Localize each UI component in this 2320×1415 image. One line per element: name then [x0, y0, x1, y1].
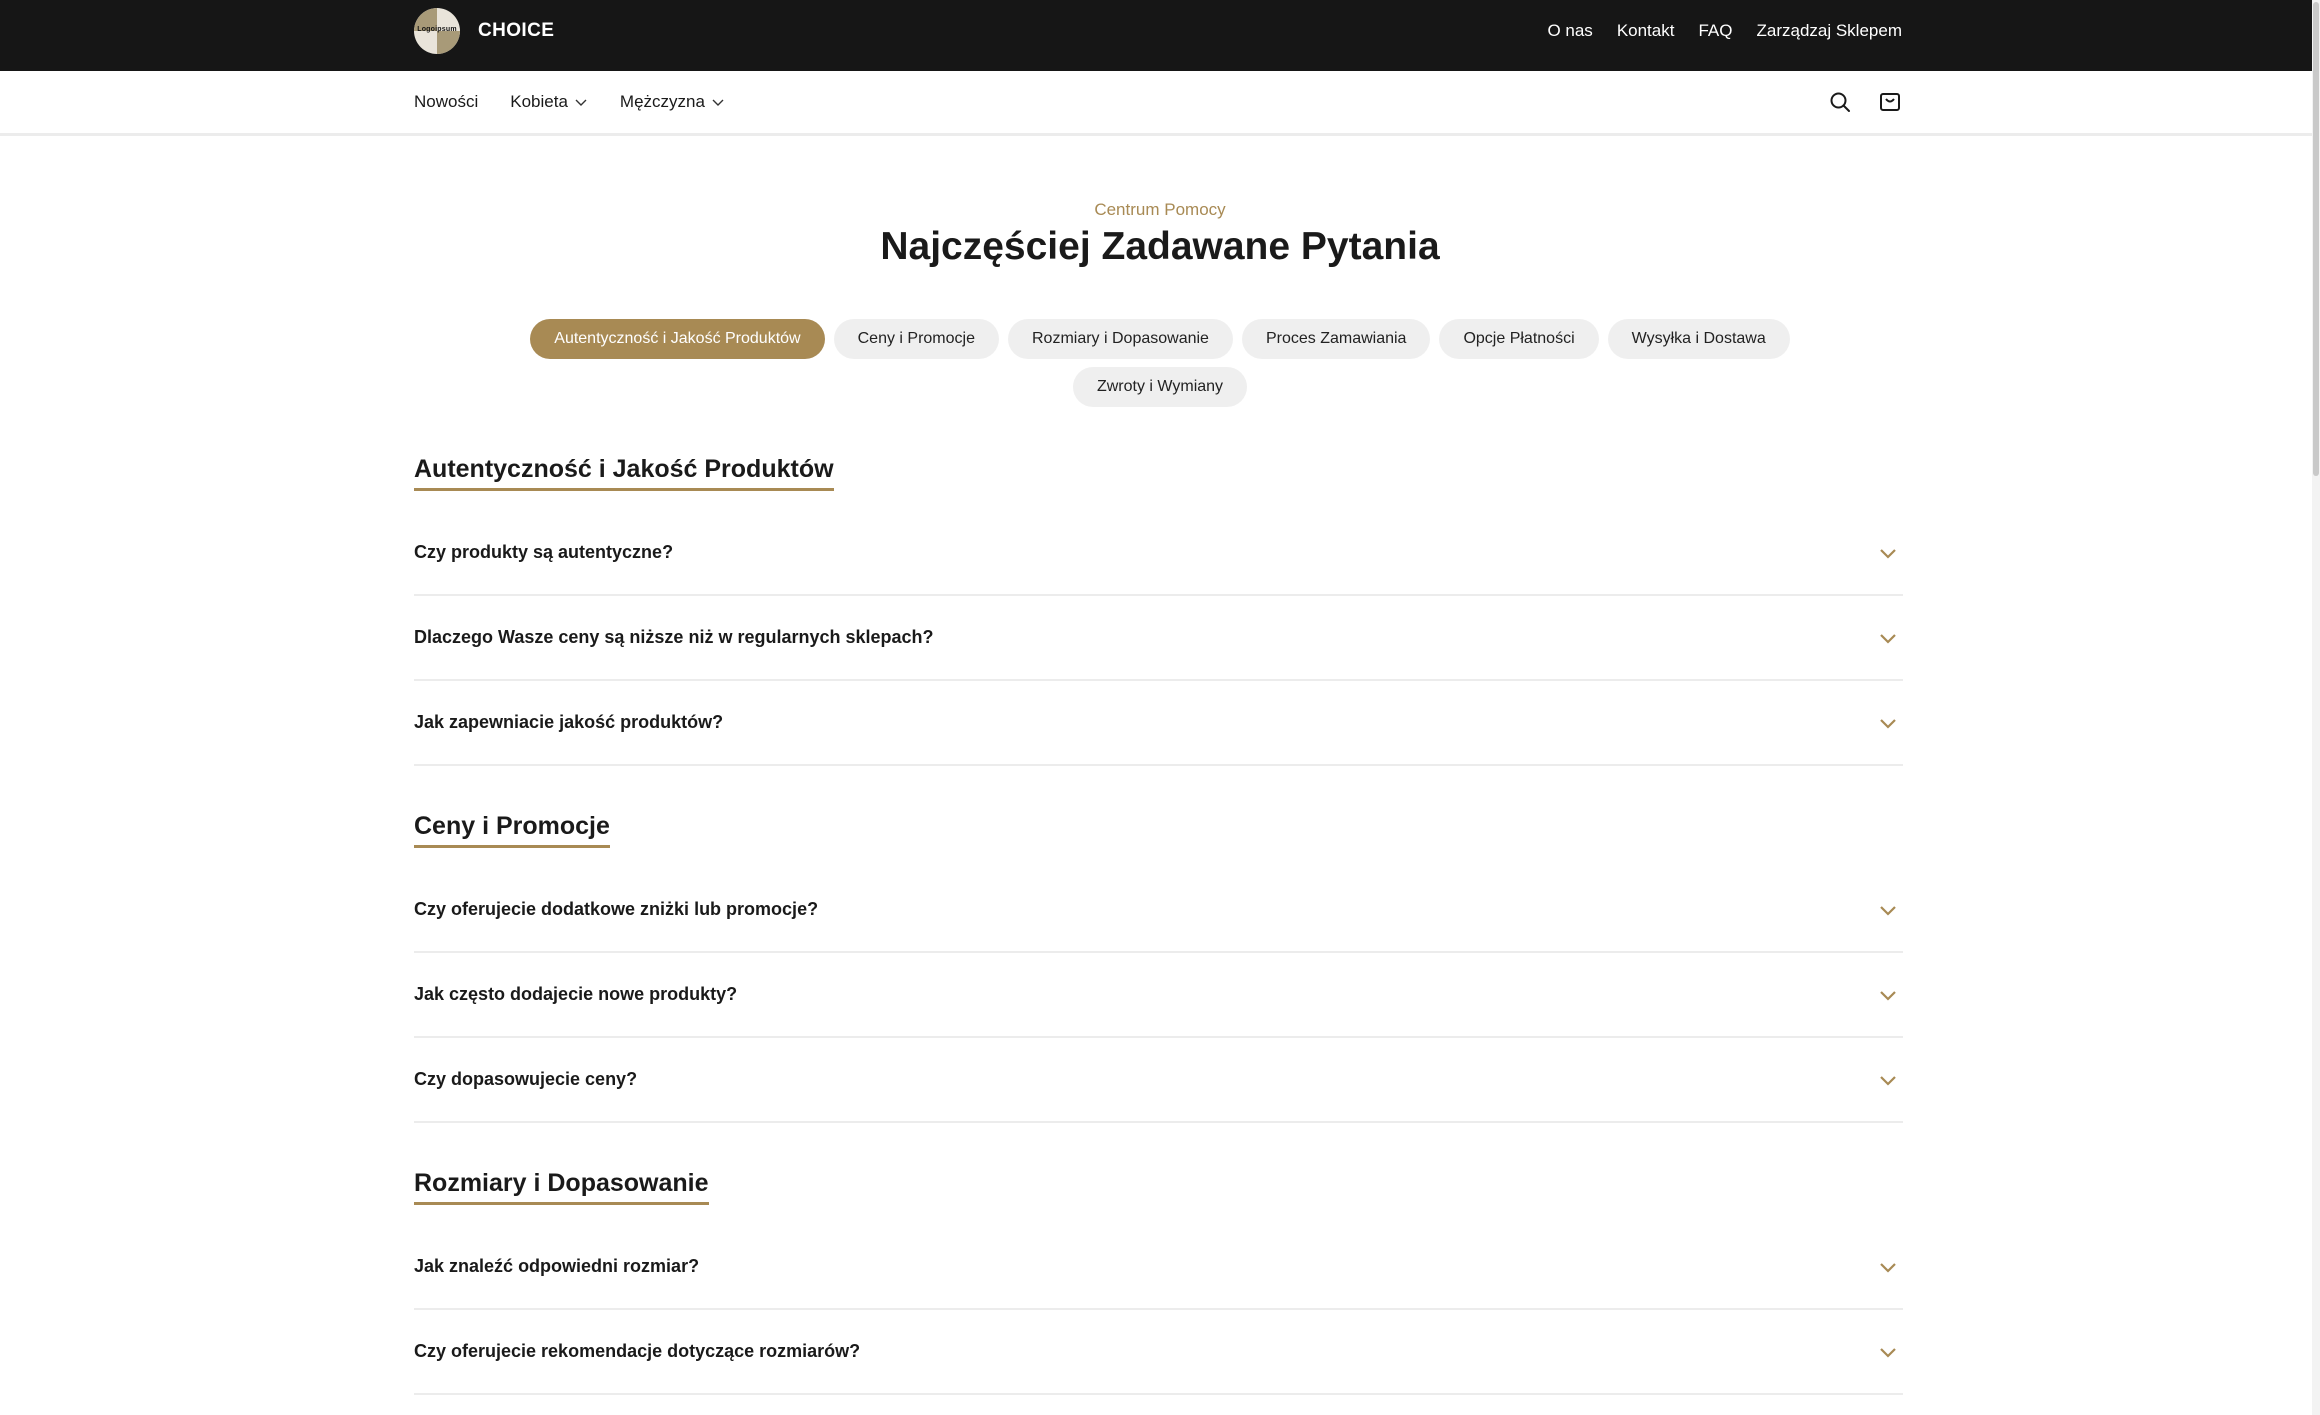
faq-question: Czy oferujecie rekomendacje dotyczące ro… — [414, 1341, 861, 1361]
nav-item-label: Kobieta — [510, 92, 568, 111]
top-bar: Logoipsum CHOICE O nas Kontakt FAQ Zarzą… — [0, 0, 2320, 71]
faq-question: Jak często dodajecie nowe produkty? — [414, 984, 738, 1004]
logo-text: Logoipsum — [417, 25, 457, 33]
chevron-down-icon — [1880, 1347, 1896, 1358]
faq-question: Jak znaleźć odpowiedni rozmiar? — [414, 1256, 700, 1276]
faq-item[interactable]: Czy oferujecie dodatkowe zniżki lub prom… — [414, 868, 1903, 953]
faq-question: Dlaczego Wasze ceny są niższe niż w regu… — [414, 627, 934, 647]
tab-payment-options[interactable]: Opcje Płatności — [1439, 319, 1599, 359]
faq-item[interactable]: Czy oferujecie rekomendacje dotyczące ro… — [414, 1310, 1903, 1395]
nav-item-women[interactable]: Kobieta — [510, 92, 588, 112]
nav-item-label: Nowości — [414, 92, 479, 111]
faq-item[interactable]: Jak zapewniacie jakość produktów? — [414, 681, 1903, 766]
nav-item-new[interactable]: Nowości — [414, 92, 478, 112]
faq-question: Czy oferujecie dodatkowe zniżki lub prom… — [414, 899, 819, 919]
cart-icon[interactable] — [1878, 90, 1902, 114]
faq-item[interactable]: Jak znaleźć odpowiedni rozmiar? — [414, 1225, 1903, 1310]
top-link-manage-store[interactable]: Zarządzaj Sklepem — [1756, 21, 1902, 41]
faq-content: Autentyczność i Jakość Produktów Czy pro… — [414, 455, 1903, 1395]
nav-item-men[interactable]: Mężczyzna — [620, 92, 725, 112]
hero-eyebrow: Centrum Pomocy — [1094, 200, 1226, 219]
faq-item[interactable]: Jak często dodajecie nowe produkty? — [414, 953, 1903, 1038]
chevron-down-icon — [575, 99, 587, 106]
scrollbar[interactable] — [2312, 0, 2320, 1415]
section-header: Autentyczność i Jakość Produktów — [414, 455, 834, 491]
chevron-down-icon — [1880, 633, 1896, 644]
section-title: Autentyczność i Jakość Produktów — [414, 455, 834, 483]
logo-link[interactable]: Logoipsum CHOICE — [414, 7, 554, 54]
top-link-contact[interactable]: Kontakt — [1617, 21, 1675, 41]
section-header: Ceny i Promocje — [414, 812, 610, 848]
tab-sizes-fit[interactable]: Rozmiary i Dopasowanie — [1007, 319, 1233, 359]
search-icon[interactable] — [1828, 90, 1852, 114]
brand-name: CHOICE — [478, 19, 555, 41]
top-link-faq[interactable]: FAQ — [1698, 21, 1732, 41]
chevron-down-icon — [1880, 718, 1896, 729]
tab-prices-promotions[interactable]: Ceny i Promocje — [833, 319, 999, 359]
tab-returns-exchanges[interactable]: Zwroty i Wymiany — [1072, 367, 1248, 407]
chevron-down-icon — [1880, 1262, 1896, 1273]
logo-icon: Logoipsum — [414, 7, 460, 54]
faq-item[interactable]: Czy produkty są autentyczne? — [414, 511, 1903, 596]
nav-item-label: Mężczyzna — [619, 92, 705, 111]
chevron-down-icon — [1880, 1075, 1896, 1086]
faq-item[interactable]: Czy dopasowujecie ceny? — [414, 1038, 1903, 1123]
page-title: Najczęściej Zadawane Pytania — [880, 225, 1440, 268]
faq-item[interactable]: Dlaczego Wasze ceny są niższe niż w regu… — [414, 596, 1903, 681]
chevron-down-icon — [1880, 990, 1896, 1001]
faq-question: Czy dopasowujecie ceny? — [414, 1069, 638, 1089]
category-tabs: Autentyczność i Jakość Produktów Ceny i … — [460, 319, 1860, 407]
chevron-down-icon — [712, 99, 724, 106]
tab-shipping-delivery[interactable]: Wysyłka i Dostawa — [1607, 319, 1790, 359]
tab-ordering-process[interactable]: Proces Zamawiania — [1241, 319, 1431, 359]
top-link-about[interactable]: O nas — [1547, 21, 1592, 41]
section-title: Rozmiary i Dopasowanie — [414, 1169, 709, 1197]
faq-question: Czy produkty są autentyczne? — [414, 542, 674, 562]
section-header: Rozmiary i Dopasowanie — [414, 1169, 709, 1205]
faq-question: Jak zapewniacie jakość produktów? — [414, 712, 724, 732]
tab-authenticity-quality[interactable]: Autentyczność i Jakość Produktów — [530, 319, 825, 359]
top-links: O nas Kontakt FAQ Zarządzaj Sklepem — [1547, 0, 1902, 62]
chevron-down-icon — [1880, 548, 1896, 559]
scrollbar-thumb[interactable] — [2313, 2, 2319, 476]
section-title: Ceny i Promocje — [414, 812, 610, 840]
chevron-down-icon — [1880, 905, 1896, 916]
main-nav: Nowości Kobieta Mężczyzna — [0, 71, 2320, 136]
